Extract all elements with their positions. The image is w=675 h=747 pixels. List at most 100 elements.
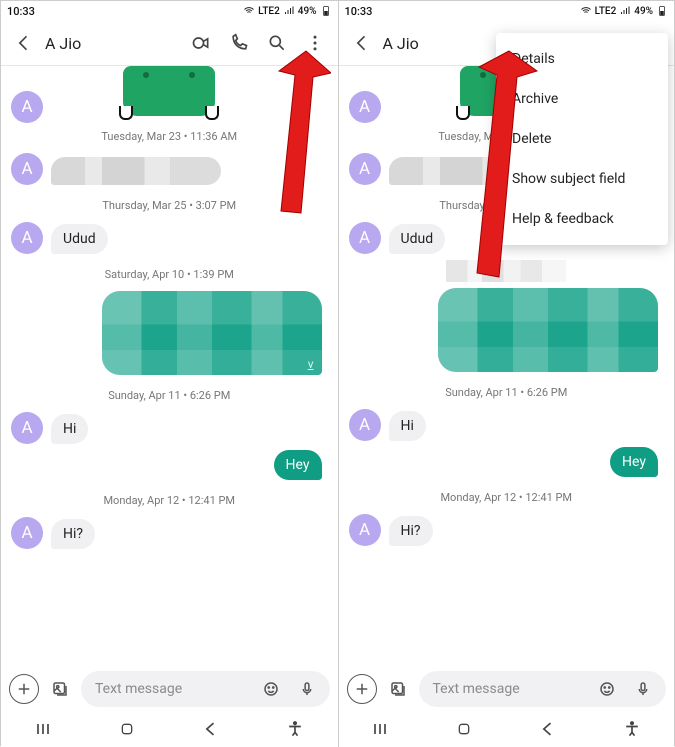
message-row: A Hi (1, 412, 338, 444)
back-nav-icon (538, 719, 558, 739)
back-nav[interactable] (525, 720, 571, 738)
message-row: A Hi? (1, 517, 338, 549)
phone-left: 10:33 LTE2 49% A Jio A (1, 1, 338, 747)
avatar[interactable]: A (349, 91, 381, 123)
back-nav[interactable] (188, 720, 234, 738)
back-button[interactable] (345, 26, 379, 60)
chat-title[interactable]: A Jio (45, 34, 180, 53)
composer: Text message (1, 667, 338, 711)
emoji-icon (598, 680, 616, 698)
mic-icon (634, 680, 652, 698)
duo-video-button[interactable] (184, 26, 218, 60)
message-row: Hey (1, 450, 338, 480)
emoji-icon (262, 680, 280, 698)
emoji-button[interactable] (256, 674, 286, 704)
home-nav[interactable] (441, 720, 487, 738)
status-right: LTE2 49% (243, 5, 331, 17)
message-in[interactable]: Udud (51, 224, 108, 254)
message-input[interactable]: Text message (419, 671, 667, 707)
message-input-placeholder: Text message (95, 681, 250, 697)
attach-button[interactable] (9, 674, 39, 704)
recents-nav[interactable] (357, 720, 403, 738)
message-input-placeholder: Text message (433, 681, 587, 697)
avatar[interactable]: A (349, 222, 381, 254)
gallery-icon (389, 680, 407, 698)
message-out[interactable]: Hey (274, 450, 322, 480)
status-right: LTE2 49% (580, 5, 668, 17)
avatar[interactable]: A (349, 153, 381, 185)
accessibility-nav[interactable] (609, 720, 655, 738)
phone-right: 10:33 LTE2 49% A Jio A Tuesday, Mar 23 •… (338, 1, 675, 747)
message-row: A Hi (339, 409, 675, 441)
avatar[interactable]: A (11, 517, 43, 549)
message-row: A Hi? (339, 514, 675, 546)
recents-nav-icon (33, 719, 53, 739)
message-out-image[interactable] (438, 288, 658, 372)
message-redacted[interactable] (51, 157, 221, 185)
android-navbar (339, 711, 675, 747)
signal-icon (283, 5, 295, 17)
battery-icon (656, 5, 668, 17)
day-divider: Saturday, Apr 10 • 1:39 PM (1, 268, 338, 281)
message-input[interactable]: Text message (81, 671, 330, 707)
home-nav-icon (119, 721, 135, 737)
avatar[interactable]: A (11, 153, 43, 185)
message-out[interactable]: Hey (610, 447, 658, 477)
annotation-arrow (449, 45, 539, 289)
gallery-icon (51, 680, 69, 698)
android-navbar (1, 711, 338, 747)
accessibility-nav-icon (285, 719, 305, 739)
message-in[interactable]: Hi? (389, 516, 433, 546)
avatar[interactable]: A (11, 91, 43, 123)
battery-icon (320, 5, 332, 17)
recents-nav[interactable] (20, 720, 66, 738)
message-in[interactable]: Hi (389, 411, 426, 441)
day-divider: Monday, Apr 12 • 12:41 PM (339, 491, 675, 504)
message-row: v (1, 291, 338, 375)
status-bar: 10:33 LTE2 49% (339, 1, 675, 21)
message-out-image[interactable]: v (102, 291, 322, 375)
day-divider: Sunday, Apr 11 • 6:26 PM (1, 389, 338, 402)
message-in[interactable]: Hi (51, 414, 88, 444)
avatar[interactable]: A (11, 222, 43, 254)
plus-icon (15, 680, 33, 698)
status-battery: 49% (298, 6, 317, 17)
status-time: 10:33 (7, 5, 35, 18)
recents-nav-icon (370, 719, 390, 739)
plus-icon (353, 680, 371, 698)
status-time: 10:33 (345, 5, 373, 18)
back-nav-icon (201, 719, 221, 739)
status-lte: LTE2 (258, 6, 280, 17)
day-divider: Sunday, Apr 11 • 6:26 PM (339, 386, 675, 399)
composer: Text message (339, 667, 675, 711)
wifi-icon (243, 5, 255, 17)
mic-button[interactable] (628, 674, 658, 704)
avatar[interactable]: A (11, 412, 43, 444)
back-icon (352, 33, 372, 53)
phone-icon (229, 33, 249, 53)
message-in[interactable]: Hi? (51, 519, 95, 549)
gallery-button[interactable] (45, 674, 75, 704)
avatar[interactable]: A (349, 409, 381, 441)
back-button[interactable] (7, 26, 41, 60)
message-row: Hey (339, 447, 675, 477)
contact-illustration (99, 66, 239, 116)
mic-icon (298, 680, 316, 698)
day-divider: Monday, Apr 12 • 12:41 PM (1, 494, 338, 507)
wifi-icon (580, 5, 592, 17)
attach-button[interactable] (347, 674, 377, 704)
message-row (339, 288, 675, 372)
mic-button[interactable] (292, 674, 322, 704)
status-bar: 10:33 LTE2 49% (1, 1, 338, 21)
accessibility-nav[interactable] (272, 720, 318, 738)
signal-icon (619, 5, 631, 17)
emoji-button[interactable] (592, 674, 622, 704)
message-in[interactable]: Udud (389, 224, 446, 254)
home-nav[interactable] (104, 720, 150, 738)
annotation-arrow (251, 43, 331, 227)
gallery-button[interactable] (383, 674, 413, 704)
home-nav-icon (456, 721, 472, 737)
status-battery: 49% (634, 6, 653, 17)
status-lte: LTE2 (595, 6, 617, 17)
avatar[interactable]: A (349, 514, 381, 546)
